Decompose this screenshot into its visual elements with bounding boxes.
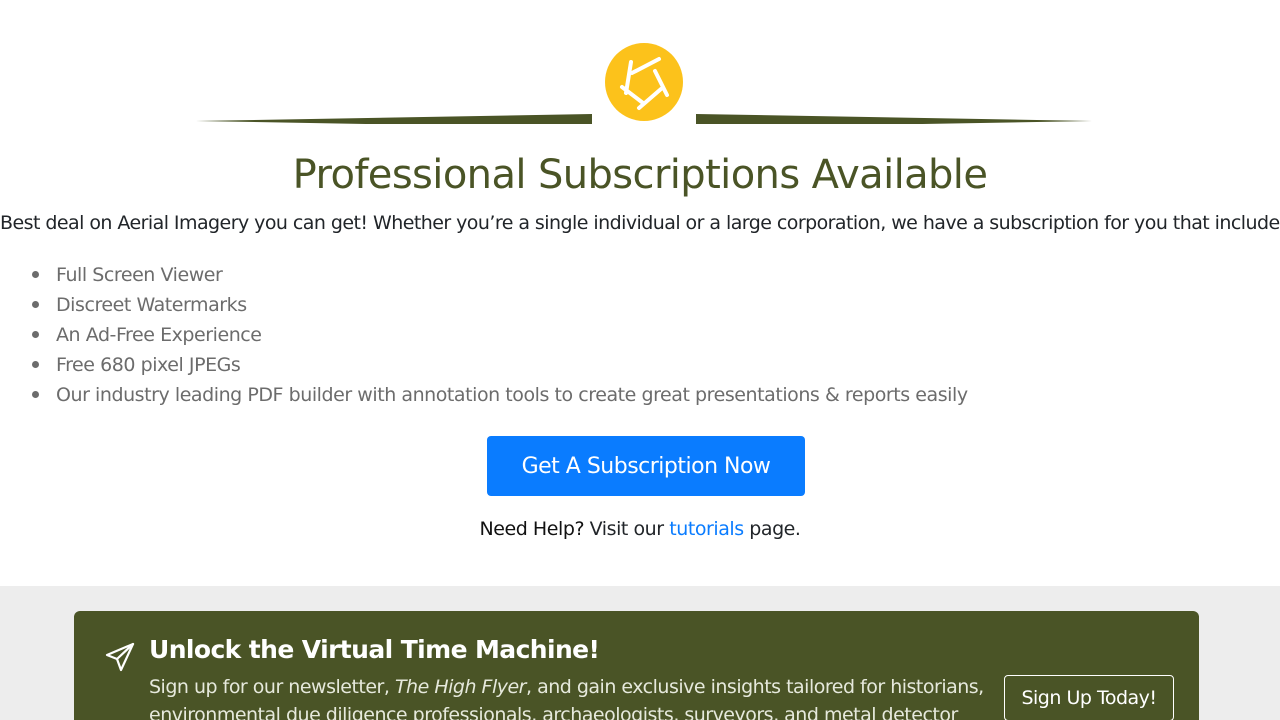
feature-item: Our industry leading PDF builder with an… — [32, 382, 968, 412]
newsletter-card: Unlock the Virtual Time Machine! Sign up… — [74, 611, 1199, 720]
feature-label: Full Screen Viewer — [56, 264, 223, 286]
feature-label: Our industry leading PDF builder with an… — [56, 384, 968, 406]
feature-item: Free 680 pixel JPEGs — [32, 352, 968, 382]
bullet-icon — [32, 301, 39, 308]
help-label: Need Help? — [479, 518, 585, 540]
divider-graphic — [196, 43, 1092, 124]
newsletter-heading: Unlock the Virtual Time Machine! — [149, 635, 600, 664]
bullet-icon — [32, 361, 39, 368]
bullet-icon — [32, 331, 39, 338]
get-subscription-button[interactable]: Get A Subscription Now — [487, 436, 805, 496]
tutorials-link[interactable]: tutorials — [669, 518, 744, 540]
help-text: Need Help? Visit our tutorials page. — [0, 518, 1280, 540]
sign-up-button[interactable]: Sign Up Today! — [1004, 675, 1174, 720]
bullet-icon — [32, 391, 39, 398]
newsletter-name: The High Flyer — [394, 676, 527, 698]
feature-item: Full Screen Viewer — [32, 262, 968, 292]
divider-line-left — [196, 114, 592, 124]
newsletter-description: Sign up for our newsletter, The High Fly… — [149, 673, 994, 720]
feature-label: Discreet Watermarks — [56, 294, 247, 316]
page-title: Professional Subscriptions Available — [292, 152, 988, 198]
newsletter-text-prefix: Sign up for our newsletter, — [149, 676, 390, 698]
feature-item: Discreet Watermarks — [32, 292, 968, 322]
help-suffix: page. — [749, 518, 801, 540]
paper-plane-icon — [105, 642, 135, 672]
header-divider — [0, 40, 1280, 124]
feature-item: An Ad-Free Experience — [32, 322, 968, 352]
feature-label: Free 680 pixel JPEGs — [56, 354, 241, 376]
feature-list: Full Screen Viewer Discreet Watermarks A… — [32, 262, 968, 412]
divider-line-right — [696, 114, 1092, 124]
bullet-icon — [32, 271, 39, 278]
camera-shutter-icon — [605, 43, 683, 121]
subscription-intro: Best deal on Aerial Imagery you can get!… — [0, 212, 1280, 234]
feature-label: An Ad-Free Experience — [56, 324, 262, 346]
help-prefix: Visit our — [589, 518, 664, 540]
